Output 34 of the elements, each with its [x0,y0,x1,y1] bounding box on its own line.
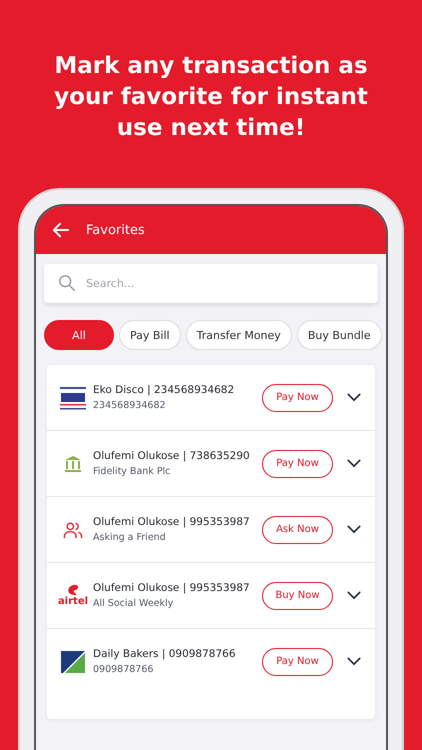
favorite-title: Daily Bakers | 0909878766 [93,648,237,660]
filter-chip[interactable]: Buy Bundle [296,320,382,350]
favorite-subtitle: 234568934682 [93,400,167,411]
favorite-subtitle: Asking a Friend [93,532,167,543]
favorite-subtitle: All Social Weekly [93,598,174,609]
headline: Mark any transaction as your favorite for instant use next time! [53,52,369,139]
back-arrow-icon[interactable] [52,221,70,239]
action-button[interactable]: Pay Now [262,384,333,412]
favorite-title: Eko Disco | 234568934682 [93,384,236,396]
screen-title: Favorites [86,222,145,238]
favorite-title: Olufemi Olukose | 738635290 [93,450,251,462]
chevron-down-icon[interactable] [347,459,361,468]
favorite-subtitle: Fidelity Bank Plc [93,466,172,477]
filter-chip[interactable]: All [44,320,114,350]
airtel-logo: airtel [58,584,88,607]
search-icon [58,274,76,292]
chevron-down-icon[interactable] [347,393,361,402]
chevron-down-icon[interactable] [347,657,361,666]
people-icon [63,520,83,538]
filter-chip[interactable]: Transfer Money [186,320,292,350]
utility-logo-icon [60,384,86,410]
action-button[interactable]: Buy Now [262,582,333,610]
chevron-down-icon[interactable] [347,525,361,534]
bakery-logo-icon [61,650,85,672]
action-button[interactable]: Pay Now [262,648,333,676]
filter-chip[interactable]: Pay Bill [119,320,181,350]
favorite-subtitle: 0909878766 [93,664,154,675]
bank-icon [63,454,83,474]
favorite-title: Olufemi Olukose | 995353987 [93,582,251,594]
chevron-down-icon[interactable] [347,591,361,600]
favorite-title: Olufemi Olukose | 995353987 [93,516,251,528]
search-field[interactable]: Search... [44,264,378,303]
action-button[interactable]: Pay Now [262,450,333,478]
action-button[interactable]: Ask Now [262,516,333,544]
